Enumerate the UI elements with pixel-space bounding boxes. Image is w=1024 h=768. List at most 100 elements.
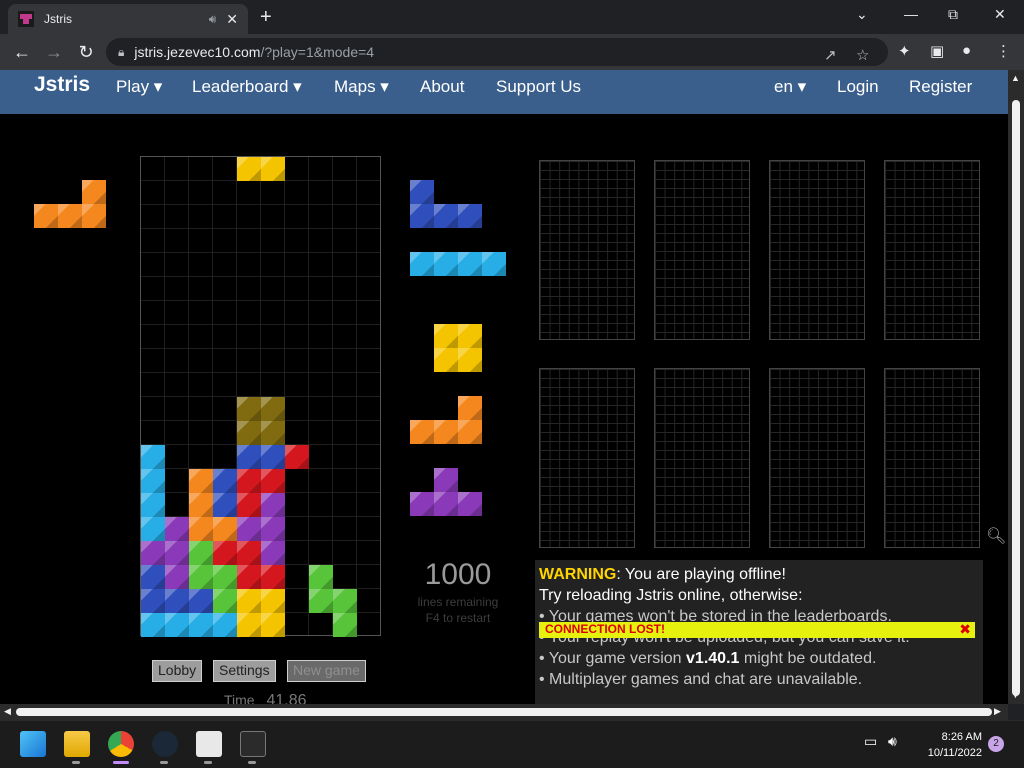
lines-remaining-count: 1000 xyxy=(424,558,492,591)
network-icon[interactable]: ▭ xyxy=(864,733,877,750)
reload-icon[interactable]: ↻ xyxy=(70,42,102,63)
nav-register[interactable]: Register xyxy=(909,77,972,97)
tab-close-icon[interactable]: ✕ xyxy=(226,11,238,28)
block xyxy=(141,589,165,613)
block xyxy=(165,613,189,637)
vertical-scroll-thumb[interactable] xyxy=(1012,100,1020,696)
block xyxy=(189,517,213,541)
zoom-icon[interactable]: 🔍︎ xyxy=(986,526,1006,546)
notification-badge[interactable]: 2 xyxy=(988,736,1004,752)
opponent-board xyxy=(769,368,865,548)
block xyxy=(333,613,357,637)
playfield[interactable] xyxy=(140,156,381,637)
block xyxy=(261,589,285,613)
block xyxy=(237,445,261,469)
system-clock[interactable]: 8:26 AM 10/11/2022 xyxy=(912,729,982,761)
restart-hint: F4 to restart xyxy=(425,611,491,625)
tab-strip: Jstris 🔊︎ ✕ + ⌄ — ⧉ ✕ xyxy=(0,0,1024,34)
block xyxy=(213,613,237,637)
clock-time: 8:26 AM xyxy=(941,731,982,743)
tab-jstris[interactable]: Jstris 🔊︎ ✕ xyxy=(8,4,248,34)
block xyxy=(261,157,285,181)
side-panel-icon[interactable]: ▣ xyxy=(930,42,944,60)
vertical-scrollbar[interactable]: ▲ ▼ xyxy=(1008,70,1024,704)
new-tab-button[interactable]: + xyxy=(260,6,272,29)
menu-kebab-icon[interactable]: ⋮ xyxy=(996,42,1011,60)
share-icon[interactable]: ↗ xyxy=(824,46,837,64)
nav-support-us[interactable]: Support Us xyxy=(496,77,581,97)
block xyxy=(309,565,333,589)
lock-icon[interactable]: 🔒︎ xyxy=(118,45,124,60)
next-piece-block xyxy=(410,420,434,444)
extensions-icon[interactable]: ✦ xyxy=(898,42,911,60)
next-piece-block xyxy=(434,348,458,372)
block xyxy=(189,469,213,493)
block xyxy=(261,493,285,517)
block xyxy=(261,541,285,565)
block xyxy=(213,469,237,493)
block xyxy=(309,589,333,613)
minimize-icon[interactable]: — xyxy=(904,6,918,22)
file-explorer-icon[interactable] xyxy=(64,731,90,757)
nav-play[interactable]: Play ▾ xyxy=(116,77,162,97)
connection-lost-text: CONNECTION LOST! xyxy=(545,622,665,636)
nav-maps[interactable]: Maps ▾ xyxy=(334,77,389,97)
windows-taskbar: ▭ 🔊︎ 8:26 AM 10/11/2022 2 xyxy=(0,720,1024,768)
block xyxy=(141,445,165,469)
opponent-board xyxy=(654,160,750,340)
volume-icon[interactable]: 🔊︎ xyxy=(888,733,897,750)
settings-button[interactable]: Settings xyxy=(213,660,276,682)
page-content: Jstris Play ▾ Leaderboard ▾ Maps ▾ About… xyxy=(0,70,1008,704)
block xyxy=(261,445,285,469)
tetrio-app-icon[interactable] xyxy=(240,731,266,757)
opponent-board xyxy=(769,160,865,340)
scroll-left-icon[interactable]: ◀ xyxy=(4,706,11,717)
tab-mute-icon[interactable]: 🔊︎ xyxy=(209,12,217,27)
scroll-down-icon[interactable]: ▼ xyxy=(1011,690,1020,700)
chrome-icon[interactable] xyxy=(108,731,134,757)
time-label: Time xyxy=(224,692,255,704)
nav-language[interactable]: en ▾ xyxy=(774,77,806,97)
windows-start-icon[interactable] xyxy=(20,731,46,757)
profile-icon[interactable]: ● xyxy=(962,42,971,59)
close-banner-icon[interactable]: ✖ xyxy=(959,621,971,638)
block xyxy=(333,589,357,613)
new-game-button[interactable]: New game xyxy=(287,660,366,682)
next-piece-block xyxy=(458,252,482,276)
tab-title: Jstris xyxy=(44,12,72,26)
lobby-button[interactable]: Lobby xyxy=(152,660,203,682)
restore-icon[interactable]: ⧉ xyxy=(948,6,958,23)
nav-about[interactable]: About xyxy=(420,77,464,97)
7zip-icon[interactable] xyxy=(196,731,222,757)
warning-version: • Your game version v1.40.1 might be out… xyxy=(539,648,979,669)
block xyxy=(34,204,58,228)
block xyxy=(141,613,165,637)
lines-label-text: lines remaining xyxy=(417,595,499,609)
back-icon[interactable]: ← xyxy=(6,42,38,63)
block xyxy=(237,421,261,445)
site-logo[interactable]: Jstris xyxy=(34,73,90,97)
nav-login[interactable]: Login xyxy=(837,77,879,97)
block xyxy=(213,541,237,565)
nav-leaderboard[interactable]: Leaderboard ▾ xyxy=(192,77,302,97)
opponent-board xyxy=(539,368,635,548)
next-piece-block xyxy=(434,420,458,444)
block xyxy=(82,204,106,228)
bookmark-star-icon[interactable]: ☆ xyxy=(856,46,869,64)
scroll-right-icon[interactable]: ▶ xyxy=(994,706,1001,717)
opponent-board xyxy=(884,368,980,548)
address-bar[interactable]: 🔒︎ jstris.jezevec10.com/?play=1&mode=4 ↗… xyxy=(106,38,888,66)
next-piece-block xyxy=(482,252,506,276)
next-piece-block xyxy=(410,492,434,516)
scroll-up-icon[interactable]: ▲ xyxy=(1011,73,1020,83)
next-piece-block xyxy=(458,204,482,228)
horizontal-scrollbar[interactable]: ◀ ▶ xyxy=(0,704,1008,720)
7zip-indicator xyxy=(204,761,212,764)
close-window-icon[interactable]: ✕ xyxy=(994,6,1006,23)
forward-icon[interactable]: → xyxy=(38,42,70,63)
steam-icon[interactable] xyxy=(152,731,178,757)
browser-toolbar: ← → ↻ 🔒︎ jstris.jezevec10.com/?play=1&mo… xyxy=(0,34,1024,70)
tab-search-icon[interactable]: ⌄ xyxy=(856,6,868,23)
block xyxy=(261,613,285,637)
horizontal-scroll-thumb[interactable] xyxy=(16,708,992,716)
